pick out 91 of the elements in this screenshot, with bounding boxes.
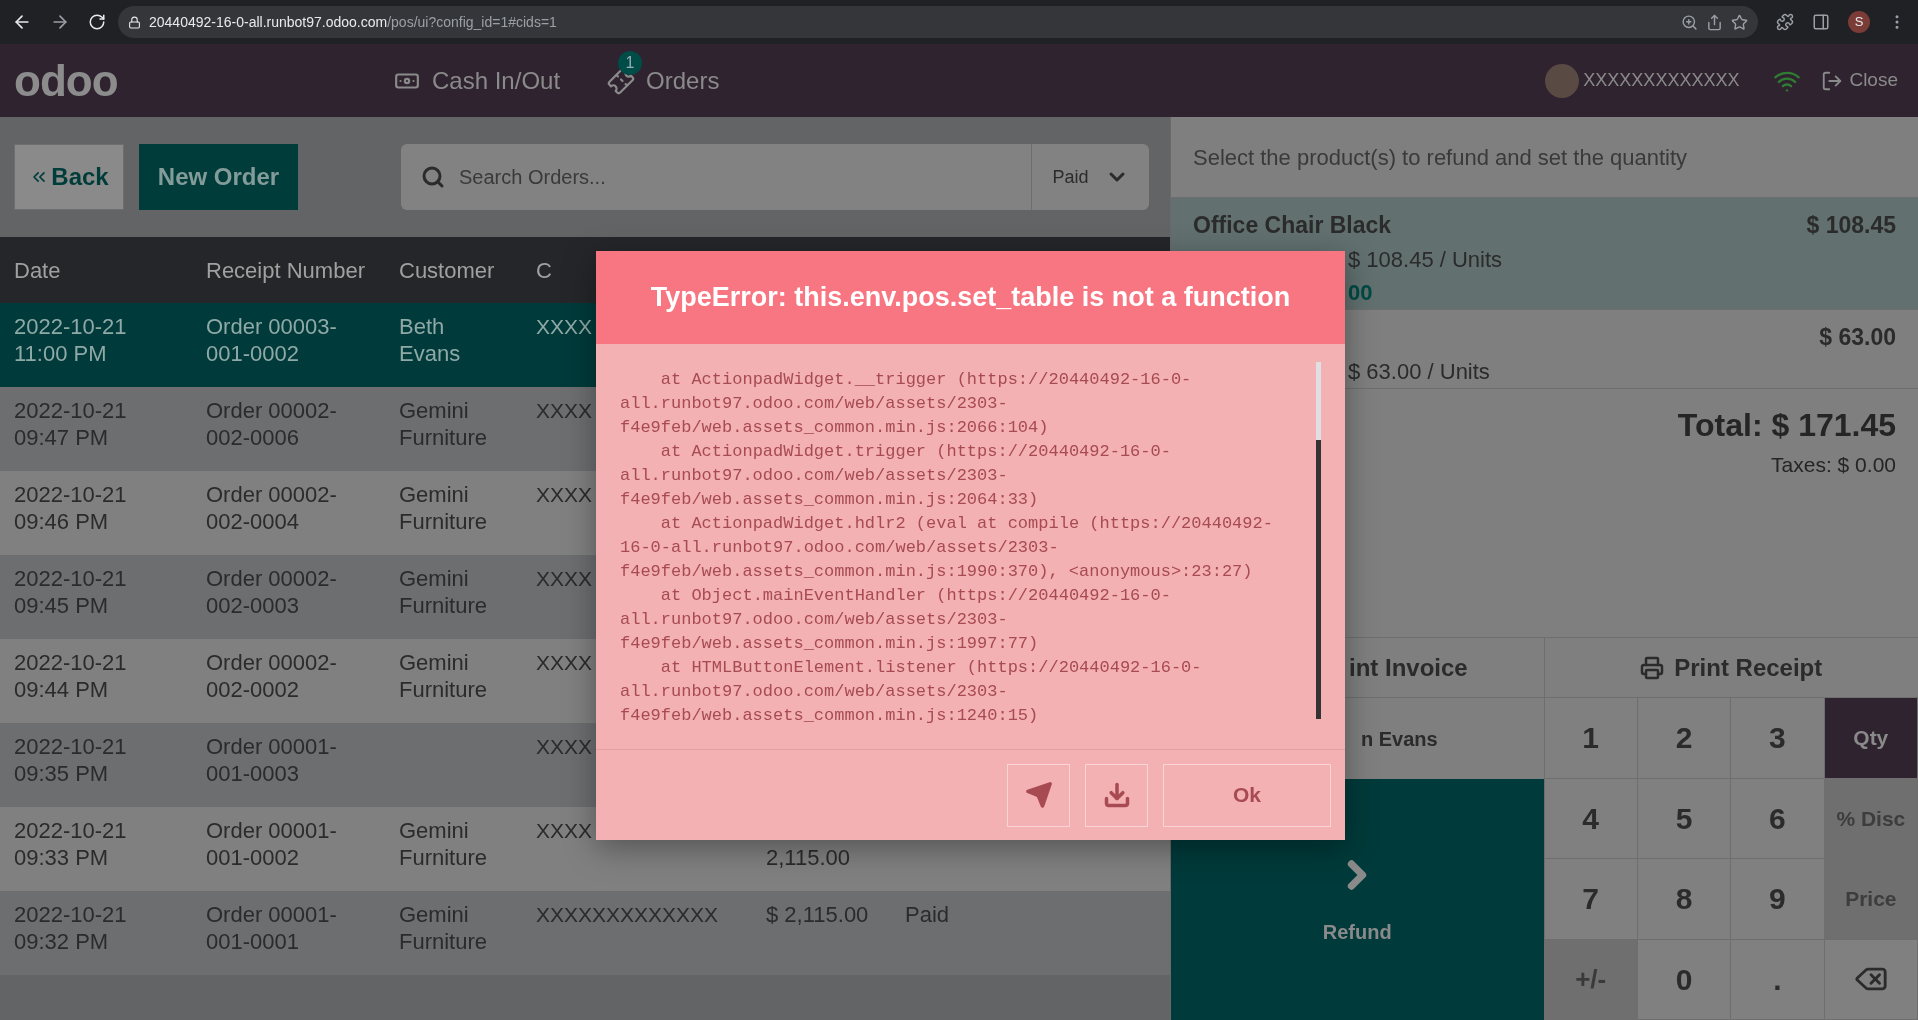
- numpad-key[interactable]: 8: [1637, 859, 1732, 940]
- date-cell-text: 2022-10-21 09:45 PM: [14, 565, 128, 620]
- refund-instructions: Select the product(s) to refund and set the quantity: [1193, 143, 1688, 172]
- order-taxes: Taxes: $ 0.00: [1771, 452, 1896, 478]
- line-detail: $ 108.45 / Units: [1348, 245, 1503, 274]
- close-button[interactable]: Close: [1821, 66, 1898, 95]
- send-button[interactable]: [1007, 763, 1070, 827]
- customer-cell-text: Gemini Furniture: [399, 901, 489, 955]
- reload-icon[interactable]: [88, 13, 106, 31]
- numpad-key[interactable]: 9: [1731, 859, 1825, 940]
- numpad-key[interactable]: 6: [1731, 778, 1825, 859]
- receipt-cell-text: Order 00002-002-0002: [206, 649, 338, 704]
- status-cell: Paid: [905, 902, 950, 927]
- column-header: C: [536, 256, 553, 285]
- numpad-key[interactable]: 3: [1731, 698, 1825, 779]
- download-button[interactable]: [1085, 763, 1148, 827]
- date-cell-text: 2022-10-21 09:33 PM: [14, 817, 128, 872]
- receipt-cell-text: Order 00001-001-0001: [206, 901, 338, 956]
- amount-cell-text: $ 2,115.00: [766, 901, 870, 928]
- line-price: $ 63.00: [1819, 323, 1896, 352]
- customer-cell-text: Gemini Furniture: [399, 649, 489, 703]
- profile-avatar[interactable]: S: [1848, 11, 1870, 33]
- table-cell: XXXX: [536, 567, 593, 590]
- numpad-key[interactable]: 7: [1544, 859, 1638, 940]
- customer-cell-text: Gemini Furniture: [399, 565, 489, 619]
- ok-button[interactable]: Ok: [1163, 763, 1331, 827]
- receipt-cell-text: Order 00003-001-0002: [206, 313, 338, 368]
- user-name: XXXXXXXXXXXXX: [1583, 69, 1740, 92]
- numpad-key[interactable]: +/-: [1544, 939, 1638, 1020]
- share-icon[interactable]: [1706, 13, 1723, 31]
- numpad-key[interactable]: .: [1731, 939, 1825, 1020]
- receipt-cell-text: Order 00002-002-0006: [206, 397, 338, 452]
- side-panel-icon[interactable]: [1812, 13, 1830, 31]
- column-header: Receipt Number: [206, 256, 366, 285]
- date-cell-text: 2022-10-21 09:44 PM: [14, 649, 128, 704]
- column-header: Customer: [399, 256, 496, 285]
- receipt-cell-text: Order 00002-002-0003: [206, 565, 338, 620]
- table-cell: XXXX: [536, 735, 593, 758]
- customer-cell-text: Gemini Furniture: [399, 817, 489, 871]
- table-cell: XXXX: [536, 315, 593, 338]
- date-cell-text: 2022-10-21 11:00 PM: [14, 313, 128, 368]
- table-cell: XXXXXXXXXXXXX: [536, 903, 719, 926]
- customer-cell-text: Beth Evans: [399, 313, 462, 367]
- date-cell-text: 2022-10-21 09:32 PM: [14, 901, 128, 956]
- numpad-key[interactable]: 1: [1544, 698, 1638, 779]
- extensions-icon[interactable]: [1776, 13, 1794, 31]
- logo[interactable]: odoo: [14, 58, 314, 103]
- mode-key[interactable]: Qty: [1824, 698, 1918, 779]
- amount-cell-text: 2,115.00: [766, 844, 851, 871]
- column-header: Date: [14, 256, 62, 285]
- scrollbar[interactable]: [1316, 362, 1321, 719]
- order-total: Total: $ 171.45: [1677, 406, 1896, 445]
- refund-quantity: 00: [1348, 278, 1373, 307]
- printer-icon: [1640, 655, 1665, 680]
- customer-cell-text: Gemini Furniture: [399, 397, 489, 451]
- url-text: 20440492-16-0-all.runbot97.odoo.com/pos/ui?config_id=1#cids=1: [149, 12, 557, 32]
- table-cell: XXXX: [536, 651, 593, 674]
- count-badge: 1: [618, 50, 643, 75]
- numpad-key[interactable]: 4: [1544, 778, 1638, 859]
- search-field[interactable]: Search Orders... Paid: [401, 144, 1149, 210]
- download-icon: [1102, 781, 1131, 809]
- numpad-key[interactable]: 5: [1637, 778, 1732, 859]
- nav-button[interactable]: Cash In/Out: [394, 62, 561, 99]
- filter-dropdown[interactable]: Paid: [1031, 144, 1149, 210]
- order-row[interactable]: 2022-10-21 09:32 PM Order 00001-001-0001 Gemini Furniture XXXXXXXXXXXXX $ 2,115.00 Paid: [0, 891, 1170, 975]
- bookmark-star-icon[interactable]: [1731, 13, 1748, 31]
- numpad-key[interactable]: 2: [1637, 698, 1732, 779]
- exit-icon: [1821, 69, 1844, 92]
- date-cell-text: 2022-10-21 09:47 PM: [14, 397, 128, 452]
- search-icon: [421, 165, 445, 189]
- user-avatar: [1545, 63, 1580, 98]
- line-detail: $ 63.00 / Units: [1348, 357, 1490, 386]
- address-bar[interactable]: 20440492-16-0-all.runbot97.odoo.com/pos/ui?config_id=1#cids=1: [118, 6, 1758, 38]
- product-name: Office Chair Black: [1193, 211, 1392, 240]
- lock-icon: [128, 15, 141, 29]
- new-order-button[interactable]: New Order: [139, 144, 298, 210]
- line-price: $ 108.45: [1806, 211, 1896, 240]
- date-cell-text: 2022-10-21 09:35 PM: [14, 733, 128, 788]
- backspace-key[interactable]: [1824, 939, 1918, 1020]
- table-cell: XXXX: [536, 399, 593, 422]
- receipt-cell-text: Order 00002-002-0004: [206, 481, 338, 536]
- paper-plane-icon: [1024, 781, 1053, 809]
- table-cell: XXXX: [536, 483, 593, 506]
- table-cell: XXXX: [536, 819, 593, 842]
- zoom-icon[interactable]: [1681, 13, 1698, 31]
- date-cell-text: 2022-10-21 09:46 PM: [14, 481, 128, 536]
- receipt-cell-text: Order 00001-001-0003: [206, 733, 338, 788]
- customer-cell-text: Gemini Furniture: [399, 481, 489, 535]
- numpad-key[interactable]: 0: [1637, 939, 1732, 1020]
- back-button[interactable]: Back: [14, 144, 124, 210]
- receipt-cell-text: Order 00001-001-0002: [206, 817, 338, 872]
